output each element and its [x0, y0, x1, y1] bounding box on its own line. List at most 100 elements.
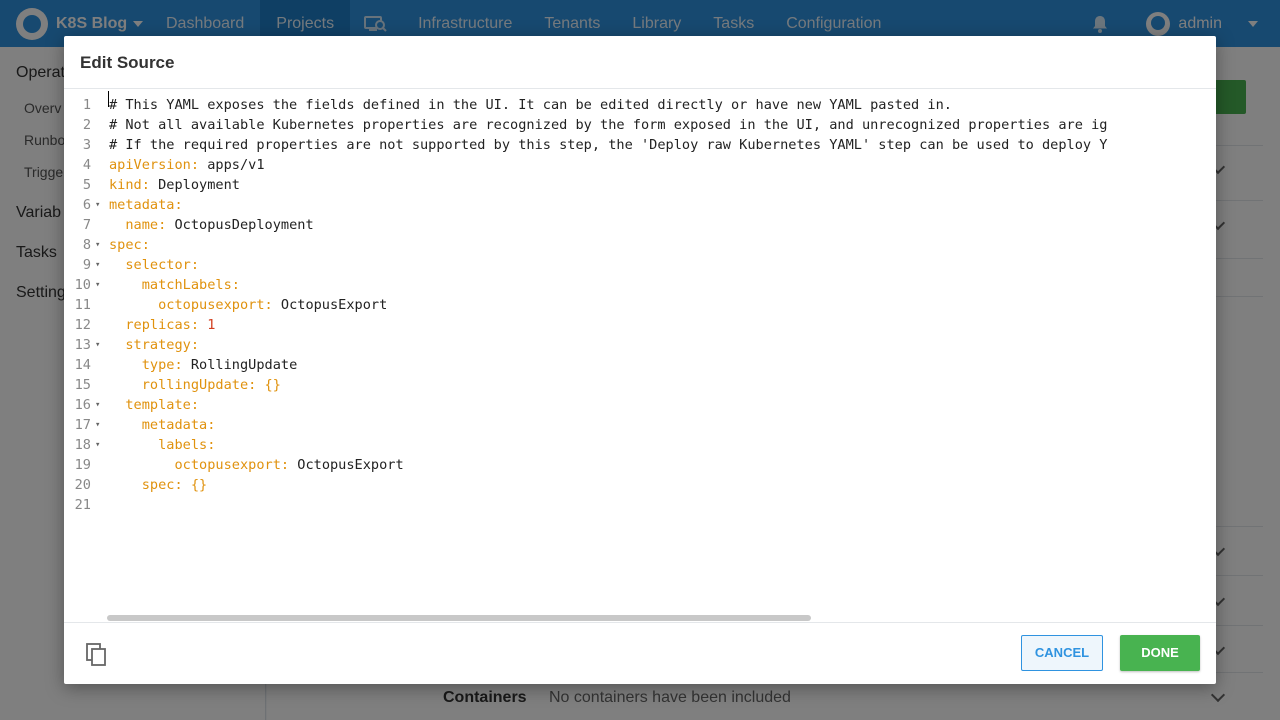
code-line[interactable]: 19 octopusexport: OctopusExport — [64, 455, 1216, 475]
line-number: 15 — [74, 377, 91, 393]
yaml-key: template — [125, 397, 191, 413]
yaml-separator: : — [231, 277, 240, 293]
code-line[interactable]: 6 ▾ metadata: — [64, 195, 1216, 215]
edit-source-dialog: Edit Source 1 # This YAML exposes the fie… — [64, 36, 1216, 684]
code-text: # Not all available Kubernetes propertie… — [109, 115, 1107, 135]
yaml-separator: : — [190, 317, 208, 333]
code-text: octopusexport: OctopusExport — [109, 295, 387, 315]
code-line[interactable]: 9 ▾ selector: — [64, 255, 1216, 275]
line-number: 13 — [74, 337, 91, 353]
code-text: strategy: — [109, 335, 199, 355]
yaml-comment: # Not all available Kubernetes propertie… — [109, 117, 1108, 133]
fold-arrow-icon[interactable]: ▾ — [95, 335, 100, 355]
fold-arrow-icon[interactable]: ▾ — [95, 435, 100, 455]
fold-arrow-icon[interactable]: ▾ — [95, 275, 100, 295]
yaml-separator: : — [280, 457, 298, 473]
line-number: 12 — [74, 317, 91, 333]
line-number: 16 — [74, 397, 91, 413]
code-text: selector: — [109, 255, 199, 275]
code-text: spec: — [109, 235, 150, 255]
code-line[interactable]: 3 # If the required properties are not su… — [64, 135, 1216, 155]
code-line[interactable]: 21 — [64, 495, 1216, 515]
line-number: 17 — [74, 417, 91, 433]
code-text: metadata: — [109, 415, 216, 435]
code-text: template: — [109, 395, 199, 415]
code-text: labels: — [109, 435, 215, 455]
yaml-key: matchLabels — [141, 277, 232, 293]
yaml-separator: : — [248, 377, 265, 393]
line-number: 1 — [82, 97, 91, 113]
yaml-separator: : — [174, 477, 191, 493]
line-number: 10 — [74, 277, 91, 293]
line-number: 4 — [82, 157, 91, 173]
yaml-separator: : — [141, 177, 159, 193]
yaml-code-editor[interactable]: 1 # This YAML exposes the fields defined … — [64, 88, 1216, 622]
code-line[interactable]: 1 # This YAML exposes the fields defined … — [64, 95, 1216, 115]
code-line[interactable]: 20 spec: {} — [64, 475, 1216, 495]
line-number: 7 — [82, 217, 91, 233]
code-line[interactable]: 18 ▾ labels: — [64, 435, 1216, 455]
horizontal-scrollbar[interactable] — [107, 615, 811, 621]
code-text: rollingUpdate: {} — [109, 375, 281, 395]
code-line[interactable]: 16 ▾ template: — [64, 395, 1216, 415]
yaml-key: rollingUpdate — [141, 377, 249, 393]
code-text: # This YAML exposes the fields defined i… — [109, 95, 952, 115]
code-line[interactable]: 8 ▾ spec: — [64, 235, 1216, 255]
code-line[interactable]: 10 ▾ matchLabels: — [64, 275, 1216, 295]
code-line[interactable]: 2 # Not all available Kubernetes properti… — [64, 115, 1216, 135]
code-line[interactable]: 12 replicas: 1 — [64, 315, 1216, 335]
yaml-key: kind — [109, 177, 142, 193]
line-number: 5 — [82, 177, 91, 193]
code-line[interactable]: 13 ▾ strategy: — [64, 335, 1216, 355]
code-line[interactable]: 7 name: OctopusDeployment — [64, 215, 1216, 235]
done-button[interactable]: DONE — [1120, 635, 1200, 671]
yaml-key: name — [125, 217, 159, 233]
yaml-key: octopusexport — [174, 457, 281, 473]
code-line[interactable]: 5 kind: Deployment — [64, 175, 1216, 195]
code-text: # If the required properties are not sup… — [109, 135, 1107, 155]
code-line[interactable]: 11 octopusexport: OctopusExport — [64, 295, 1216, 315]
fold-arrow-icon[interactable]: ▾ — [95, 235, 100, 255]
fold-arrow-icon[interactable]: ▾ — [95, 415, 100, 435]
yaml-value: {} — [190, 477, 208, 493]
yaml-separator: : — [207, 437, 216, 453]
yaml-separator: : — [190, 397, 200, 413]
yaml-separator: : — [264, 297, 281, 313]
code-text: apiVersion: apps/v1 — [109, 155, 265, 175]
code-text: type: RollingUpdate — [109, 355, 298, 375]
code-line[interactable]: 15 rollingUpdate: {} — [64, 375, 1216, 395]
yaml-value: 1 — [207, 317, 216, 333]
cancel-button[interactable]: CANCEL — [1021, 635, 1103, 671]
dialog-footer: CANCEL DONE — [64, 622, 1216, 684]
yaml-key: replicas — [125, 317, 191, 333]
fold-arrow-icon[interactable]: ▾ — [95, 395, 100, 415]
code-line[interactable]: 14 type: RollingUpdate — [64, 355, 1216, 375]
dialog-title: Edit Source — [80, 53, 175, 72]
yaml-key: strategy — [125, 337, 191, 353]
line-number: 21 — [74, 497, 91, 513]
yaml-separator: : — [190, 337, 200, 353]
fold-arrow-icon[interactable]: ▾ — [95, 195, 100, 215]
fold-arrow-icon[interactable]: ▾ — [95, 255, 100, 275]
line-number: 3 — [82, 137, 91, 153]
yaml-value: OctopusDeployment — [174, 217, 314, 233]
yaml-key: octopusexport — [158, 297, 265, 313]
yaml-comment: # This YAML exposes the fields defined i… — [109, 97, 952, 113]
code-line[interactable]: 17 ▾ metadata: — [64, 415, 1216, 435]
line-number: 8 — [82, 237, 91, 253]
yaml-key: metadata — [109, 197, 175, 213]
code-line[interactable]: 4 apiVersion: apps/v1 — [64, 155, 1216, 175]
copy-icon[interactable] — [86, 643, 108, 667]
yaml-value: RollingUpdate — [190, 357, 298, 373]
yaml-value: {} — [264, 377, 281, 393]
